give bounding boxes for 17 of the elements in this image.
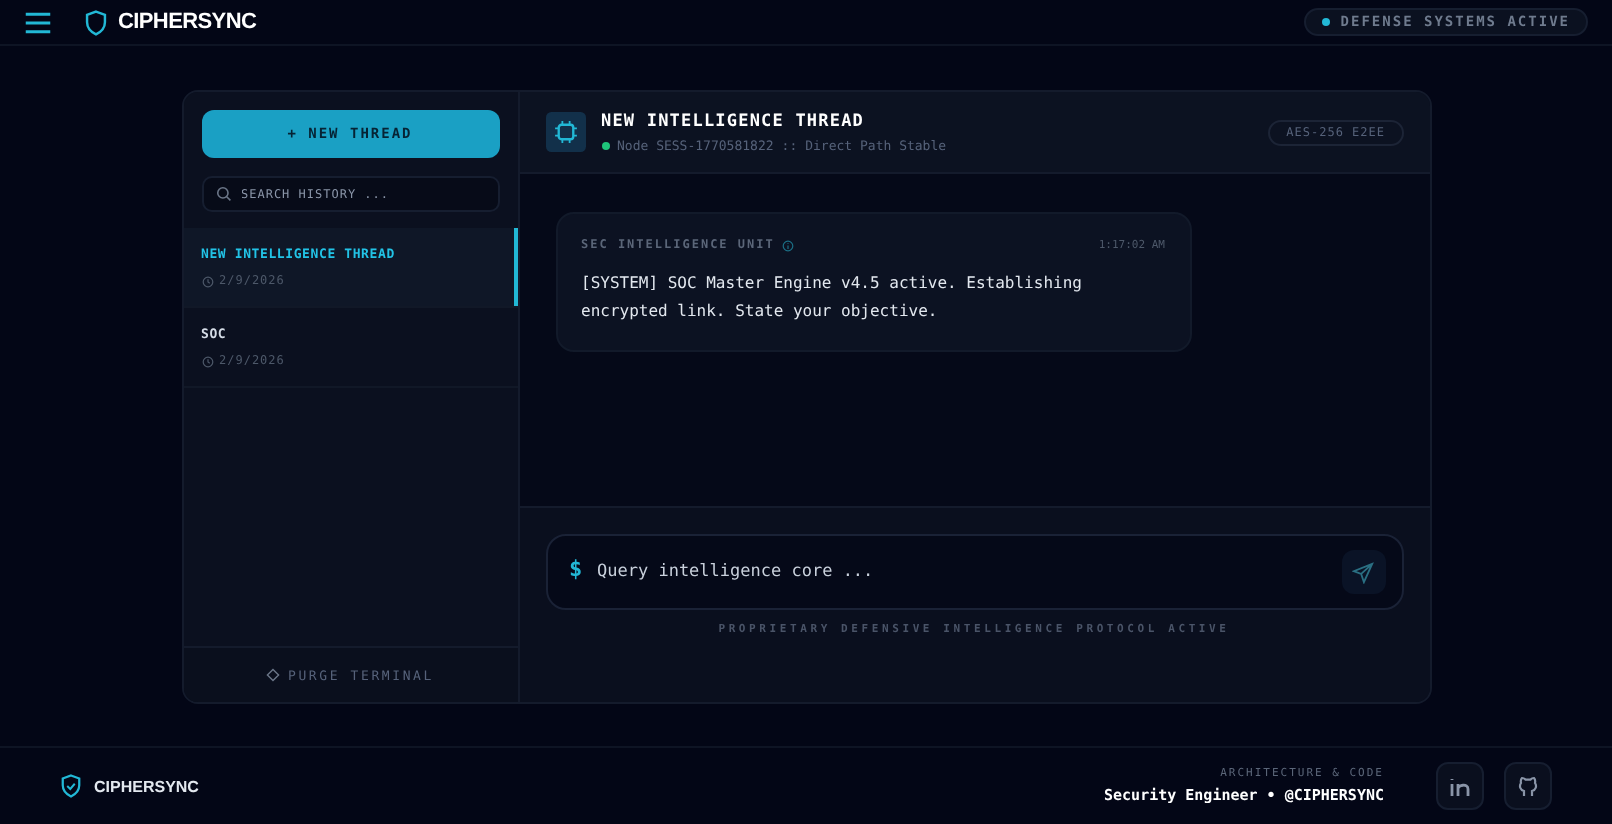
footer-brand: CIPHERSYNC [94, 777, 199, 795]
github-icon[interactable] [1504, 762, 1552, 810]
clock-icon [201, 275, 213, 287]
chip-icon [545, 112, 585, 152]
linkedin-icon[interactable] [1436, 762, 1484, 810]
menu-icon[interactable] [24, 9, 52, 35]
brand-name: CIPHERSYNC [118, 10, 257, 34]
send-icon [1352, 561, 1374, 583]
shield-icon [84, 9, 108, 35]
diamond-icon [266, 668, 280, 682]
prompt-sign: $ [569, 556, 583, 582]
info-icon [782, 239, 795, 251]
send-button[interactable] [1341, 550, 1385, 594]
shield-check-icon [60, 774, 82, 798]
thread-title: NEW INTELLIGENCE THREAD [601, 111, 867, 131]
message-text: [SYSTEM] SOC Master Engine v4.5 active. Establishing encrypted link. State your objective. [581, 272, 1084, 324]
clock-icon [201, 355, 213, 367]
